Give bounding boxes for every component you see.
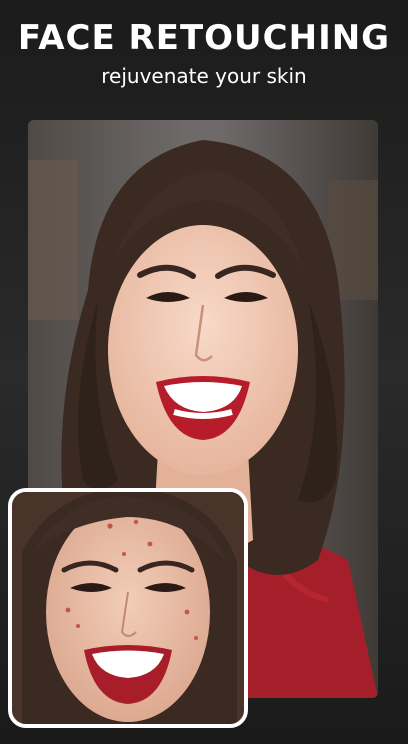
subheadline: rejuvenate your skin (101, 64, 307, 88)
headline: FACE RETOUCHING (17, 18, 391, 58)
before-photo (8, 488, 248, 728)
before-photo-illustration (12, 492, 244, 724)
